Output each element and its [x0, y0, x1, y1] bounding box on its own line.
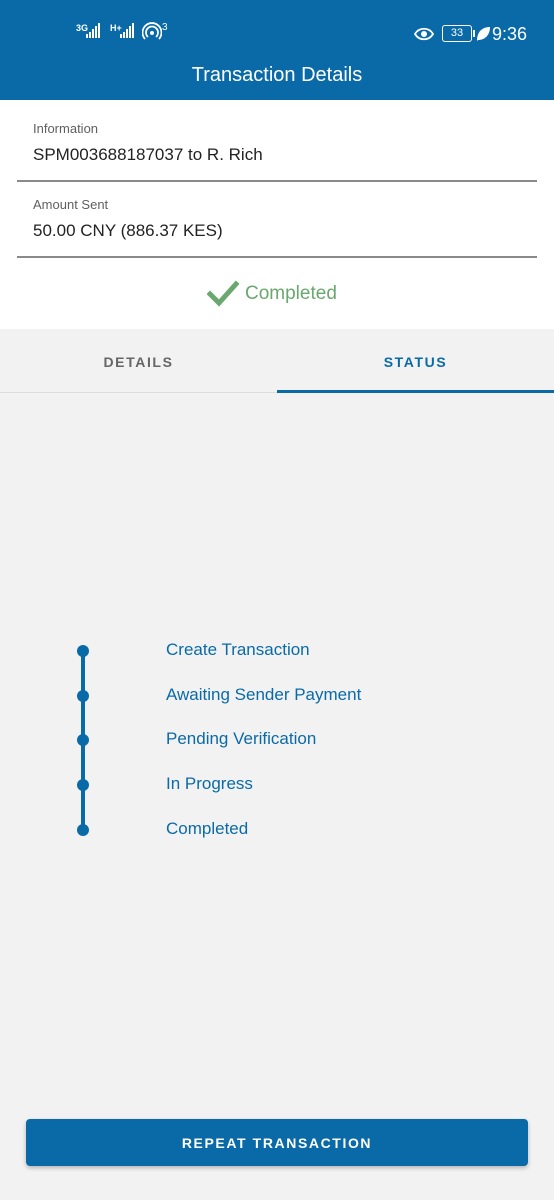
timeline-step-label: In Progress: [166, 774, 253, 793]
battery-icon: 33: [442, 25, 475, 42]
timeline-step: Create Transaction: [0, 636, 554, 666]
timeline-dot: [77, 690, 89, 702]
divider: [17, 180, 537, 182]
leaf-icon: [477, 27, 490, 41]
repeat-transaction-button[interactable]: REPEAT TRANSACTION: [26, 1119, 528, 1166]
check-icon: [207, 280, 239, 307]
hotspot-icon: [142, 22, 162, 40]
timeline-step: Completed: [0, 815, 554, 845]
timeline-dot: [77, 734, 89, 746]
amount-value: 50.00 CNY (886.37 KES): [33, 221, 223, 240]
transaction-info-card: Information SPM003688187037 to R. Rich A…: [0, 100, 554, 329]
amount-label: Amount Sent: [33, 197, 109, 212]
battery-level: 33: [450, 27, 464, 39]
app-bar: 3G H+ 3 33 9:36 Transaction Details: [0, 0, 554, 100]
timeline-step: In Progress: [0, 770, 554, 800]
tab-bar: DETAILS STATUS: [0, 329, 554, 393]
signal-icon-2: [120, 23, 134, 38]
timeline-step: Awaiting Sender Payment: [0, 681, 554, 711]
timeline-step-label: Pending Verification: [166, 729, 317, 748]
timeline-dot: [77, 824, 89, 836]
tab-active-indicator: [277, 390, 554, 393]
tab-status[interactable]: STATUS: [277, 329, 554, 393]
divider: [17, 256, 537, 258]
timeline-step-label: Create Transaction: [166, 640, 310, 659]
timeline-step: Pending Verification: [0, 725, 554, 755]
signal-icon: [86, 23, 100, 38]
page-title: Transaction Details: [191, 64, 363, 86]
clock: 9:36: [492, 24, 528, 44]
tab-details[interactable]: DETAILS: [0, 329, 277, 393]
eye-icon: [414, 27, 434, 41]
completed-status: Completed: [207, 280, 337, 308]
timeline-step-label: Awaiting Sender Payment: [166, 685, 362, 704]
information-label: Information: [33, 121, 99, 136]
information-value: SPM003688187037 to R. Rich: [33, 145, 263, 164]
timeline-dot: [77, 645, 89, 657]
hotspot-count: 3: [162, 22, 168, 33]
status-bar: 3G H+ 3 33 9:36: [0, 0, 554, 50]
timeline-dot: [77, 779, 89, 791]
timeline-step-label: Completed: [166, 819, 249, 838]
completed-text: Completed: [245, 283, 337, 304]
